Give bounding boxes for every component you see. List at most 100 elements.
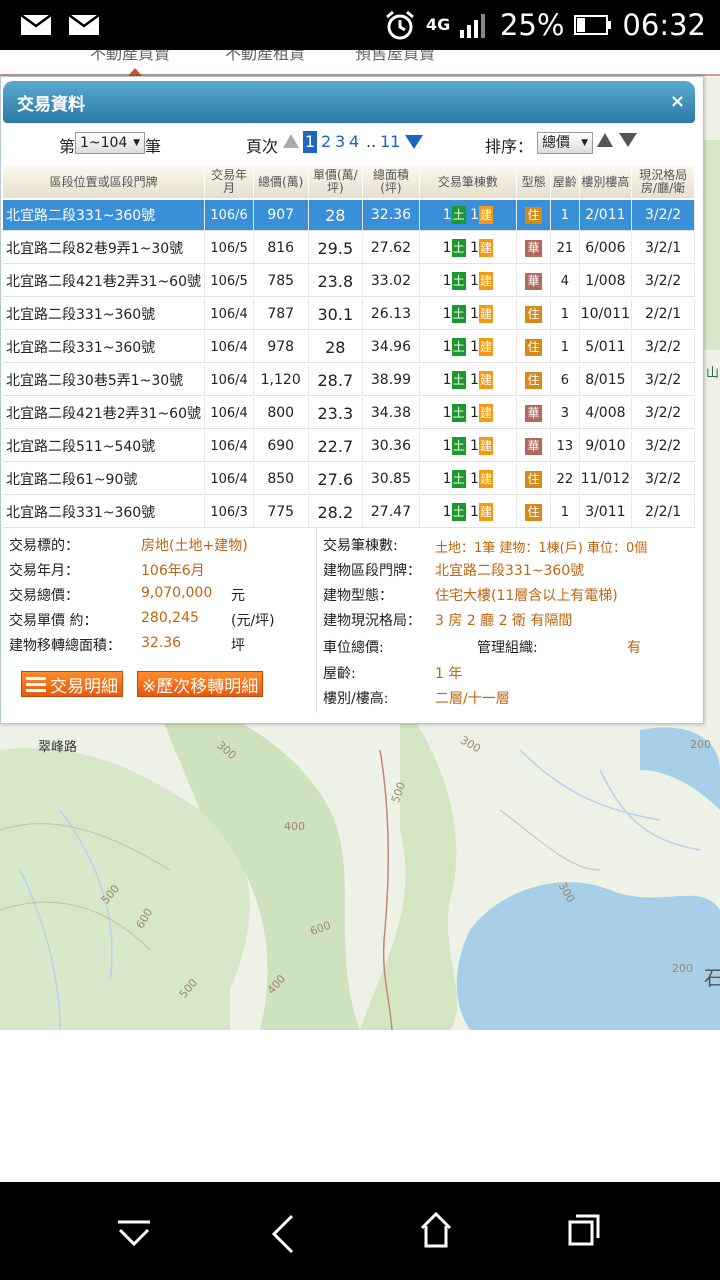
transaction-detail-button[interactable]: 交易明細 — [21, 671, 123, 697]
cell-floor: 10/011 — [579, 299, 633, 330]
land-count: 1 — [442, 438, 452, 454]
col-floor[interactable]: 樓別樓高 — [579, 166, 633, 198]
cell-layout: 3/2/2 — [632, 332, 695, 363]
cell-location: 北宜路二段331~360號 — [3, 299, 206, 330]
building-count: 1 — [470, 471, 479, 487]
cell-area: 38.99 — [363, 365, 420, 396]
cell-type: 華 — [516, 431, 552, 462]
cell-floor: 5/011 — [579, 332, 633, 363]
table-row[interactable]: 北宜路二段421巷2弄31~60號 106/4 800 23.3 34.38 1土 1建華… — [3, 398, 695, 429]
page-prev-icon[interactable] — [283, 134, 299, 148]
cell-total: 816 — [253, 233, 309, 264]
range-select[interactable]: 1~104 ▼ — [75, 132, 145, 154]
page-2[interactable]: 2 — [321, 132, 331, 151]
cell-type: 華 — [516, 398, 552, 429]
col-age[interactable]: 屋齡 — [551, 166, 580, 198]
page-11[interactable]: 11 — [380, 132, 400, 151]
table-row[interactable]: 北宜路二段331~360號 106/3 775 28.2 27.47 1土 1建住 1 3/0… — [3, 497, 695, 528]
land-tag: 土 — [451, 437, 466, 455]
building-tag: 建 — [478, 470, 493, 488]
col-layout[interactable]: 現況格局房/廳/衛 — [632, 166, 695, 198]
page-4[interactable]: 4 — [349, 132, 359, 151]
cell-count: 1土 1建 — [419, 431, 517, 462]
cell-ym: 106/5 — [205, 266, 254, 297]
ym-label: 交易年月： — [9, 563, 79, 579]
table-row[interactable]: 北宜路二段30巷5弄1~30號 106/4 1,120 28.7 38.99 1土 1建住… — [3, 365, 695, 396]
floor-label: 樓別/樓高: — [323, 691, 389, 707]
cell-layout: 3/2/2 — [632, 365, 695, 396]
cell-location: 北宜路二段331~360號 — [3, 497, 206, 528]
hide-keyboard-icon[interactable] — [116, 1220, 152, 1248]
cell-count: 1土 1建 — [419, 299, 517, 330]
chevron-down-icon: ▼ — [581, 138, 588, 148]
col-count[interactable]: 交易筆棟數 — [419, 166, 517, 198]
cell-count: 1土 1建 — [419, 332, 517, 363]
table-row[interactable]: 北宜路二段331~360號 106/4 978 28 34.96 1土 1建住 1 5/011… — [3, 332, 695, 363]
cell-total: 690 — [253, 431, 309, 462]
cell-count: 1土 1建 — [419, 398, 517, 429]
contour-label: 200 — [672, 962, 693, 975]
cell-unit: 30.1 — [308, 299, 364, 330]
mail-icon — [68, 14, 100, 35]
type-badge: 住 — [525, 206, 543, 224]
sort-desc-icon[interactable] — [619, 133, 637, 147]
recent-apps-icon[interactable] — [566, 1212, 602, 1248]
col-location[interactable]: 區段位置或區段門牌 — [3, 166, 206, 198]
cell-location: 北宜路二段421巷2弄31~60號 — [3, 398, 206, 429]
cell-count: 1土 1建 — [419, 233, 517, 264]
btype-label: 建物型態： — [323, 588, 393, 604]
cell-count: 1土 1建 — [419, 266, 517, 297]
cell-layout: 3/2/2 — [632, 464, 695, 495]
transfer-history-button[interactable]: ※歷次移轉明細 — [137, 671, 264, 697]
table-row[interactable]: 北宜路二段331~360號 106/6 907 28 32.36 1土 1建住 1 2/011… — [3, 200, 695, 231]
pager: 第 1~104 ▼ 筆 頁次 1 2 3 4 .. 11 排序： 總價 ▼ — [1, 129, 705, 163]
cell-type: 住 — [516, 464, 552, 495]
cell-floor: 6/006 — [579, 233, 633, 264]
cell-type: 華 — [516, 266, 552, 297]
cell-floor: 11/012 — [579, 464, 633, 495]
cell-total: 907 — [253, 200, 309, 231]
area-label: 建物移轉總面積： — [9, 638, 121, 654]
building-count: 1 — [470, 372, 479, 388]
table-row[interactable]: 北宜路二段61~90號 106/4 850 27.6 30.85 1土 1建住 22 11/0… — [3, 464, 695, 495]
page-1[interactable]: 1 — [303, 131, 317, 153]
table-row[interactable]: 北宜路二段421巷2弄31~60號 106/5 785 23.8 33.02 1土 1建華… — [3, 266, 695, 297]
page-next-icon[interactable] — [405, 135, 423, 149]
mgmt-label: 管理組織: — [477, 640, 538, 656]
col-area[interactable]: 總面積(坪) — [363, 166, 420, 198]
cell-floor: 3/011 — [579, 497, 633, 528]
back-icon[interactable] — [268, 1212, 298, 1256]
cell-age: 21 — [551, 233, 580, 264]
table-row[interactable]: 北宜路二段331~360號 106/4 787 30.1 26.13 1土 1建住 1 10/… — [3, 299, 695, 330]
cell-area: 32.36 — [363, 200, 420, 231]
cell-area: 27.62 — [363, 233, 420, 264]
cell-type: 住 — [516, 332, 552, 363]
table-row[interactable]: 北宜路二段82巷9弄1~30號 106/5 816 29.5 27.62 1土 1建華 21… — [3, 233, 695, 264]
col-type[interactable]: 型態 — [516, 166, 552, 198]
contour-label: 200 — [690, 738, 711, 751]
cell-age: 4 — [551, 266, 580, 297]
col-total[interactable]: 總價(萬) — [253, 166, 309, 198]
cell-type: 住 — [516, 299, 552, 330]
page-3[interactable]: 3 — [335, 132, 345, 151]
col-unit[interactable]: 單價(萬/坪) — [308, 166, 364, 198]
ym-value: 106年6月 — [141, 563, 205, 579]
cell-age: 22 — [551, 464, 580, 495]
close-icon[interactable]: × — [670, 91, 685, 112]
cell-location: 北宜路二段30巷5弄1~30號 — [3, 365, 206, 396]
pager-prefix: 第 — [59, 137, 76, 156]
cell-area: 27.47 — [363, 497, 420, 528]
land-count: 1 — [442, 273, 452, 289]
transaction-panel: 交易資料 × 第 1~104 ▼ 筆 頁次 1 2 3 4 .. 11 排序： 總… — [0, 76, 704, 724]
cell-age: 1 — [551, 299, 580, 330]
cell-location: 北宜路二段82巷9弄1~30號 — [3, 233, 206, 264]
range-value: 1~104 — [80, 135, 128, 151]
type-badge: 住 — [525, 371, 543, 389]
home-icon[interactable] — [418, 1210, 454, 1250]
cell-location: 北宜路二段331~360號 — [3, 332, 206, 363]
table-row[interactable]: 北宜路二段511~540號 106/4 690 22.7 30.36 1土 1建華 13 9/… — [3, 431, 695, 462]
sort-select[interactable]: 總價 ▼ — [537, 132, 593, 154]
cell-total: 775 — [253, 497, 309, 528]
col-ym[interactable]: 交易年月 — [205, 166, 254, 198]
sort-asc-icon[interactable] — [597, 133, 613, 147]
